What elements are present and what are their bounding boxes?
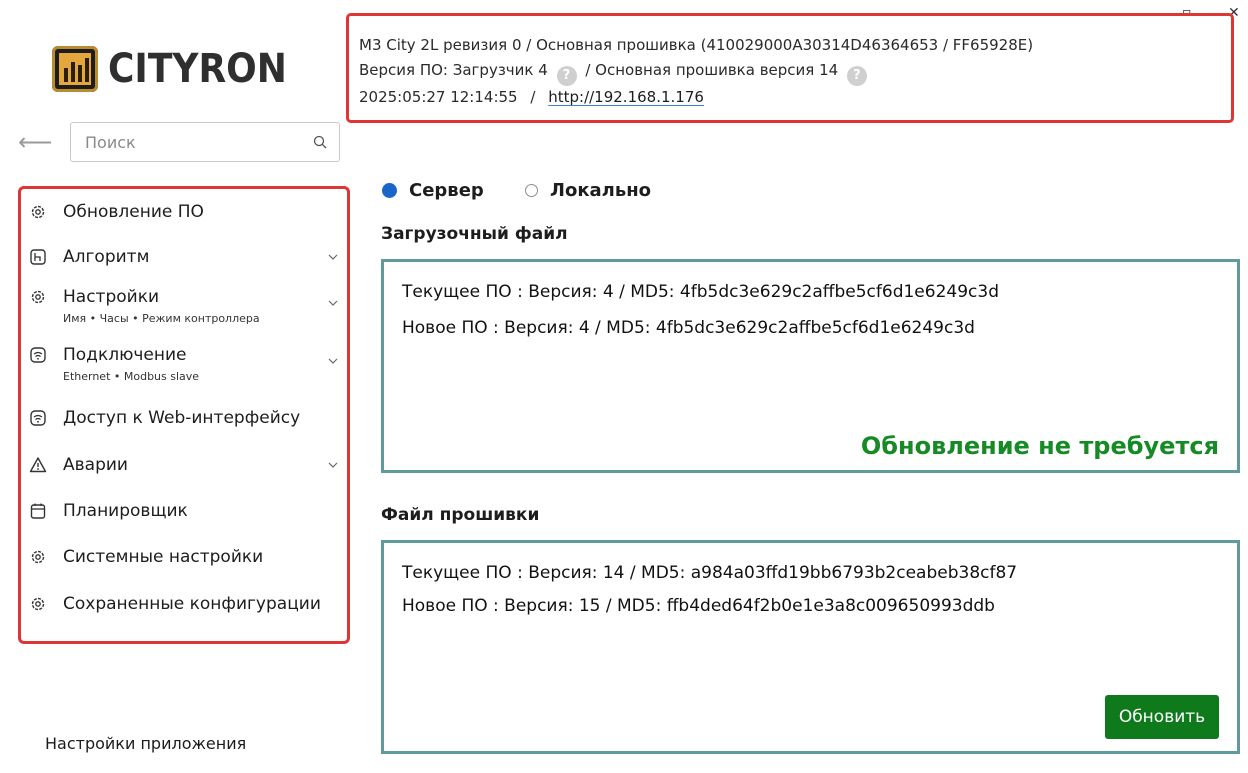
- firmware-new: Новое ПО : Версия: 15 / MD5: ffb4ded64f2…: [402, 596, 995, 616]
- device-info-panel: M3 City 2L ревизия 0 / Основная прошивка…: [346, 13, 1234, 123]
- sidebar-item-label: Сохраненные конфигурации: [63, 594, 321, 614]
- bootloader-panel: Текущее ПО : Версия: 4 / MD5: 4fb5dc3e62…: [381, 259, 1240, 473]
- source-local-label: Локально: [550, 180, 652, 201]
- sidebar-item-sublabel: Имя • Часы • Режим контроллера: [63, 312, 260, 325]
- separator: /: [530, 88, 536, 106]
- sidebar-item-label: Алгоритм: [63, 247, 150, 267]
- algorithm-icon: [30, 249, 46, 265]
- search-icon[interactable]: [313, 135, 327, 149]
- bootloader-title: Загрузочный файл: [381, 224, 568, 244]
- gear-icon: [31, 290, 45, 304]
- bootloader-new: Новое ПО : Версия: 4 / MD5: 4fb5dc3e629c…: [402, 318, 975, 338]
- radio-selected-icon: [382, 183, 397, 198]
- sidebar-item-label: Настройки: [63, 287, 160, 307]
- device-info: M3 City 2L ревизия 0 / Основная прошивка…: [359, 36, 1034, 54]
- bootloader-version: Версия ПО: Загрузчик 4: [359, 61, 548, 79]
- logo-chip-icon: [52, 46, 98, 92]
- wifi-icon: [30, 347, 46, 363]
- sidebar-item-label: Планировщик: [63, 501, 188, 521]
- firmware-title: Файл прошивки: [381, 505, 540, 525]
- sidebar-item-label: Доступ к Web-интерфейсу: [63, 408, 301, 428]
- gear-icon: [31, 597, 45, 611]
- chevron-down-icon[interactable]: [327, 298, 339, 308]
- update-button[interactable]: Обновить: [1105, 695, 1219, 739]
- sidebar-item-label: Системные настройки: [63, 547, 264, 567]
- gear-icon: [31, 550, 45, 564]
- chevron-down-icon[interactable]: [327, 356, 339, 366]
- firmware-current: Текущее ПО : Версия: 14 / MD5: a984a03ff…: [402, 563, 1018, 583]
- source-server-label: Сервер: [409, 180, 484, 201]
- gear-icon: [31, 205, 45, 219]
- help-icon[interactable]: ?: [556, 66, 577, 86]
- update-status: Обновление не требуется: [860, 432, 1219, 460]
- sidebar-item-sublabel: Ethernet • Modbus slave: [63, 370, 200, 383]
- back-arrow-icon[interactable]: ⟵: [18, 130, 52, 154]
- source-local-radio[interactable]: Локально: [525, 180, 651, 201]
- radio-unselected-icon: [525, 184, 538, 197]
- source-server-radio[interactable]: Сервер: [382, 180, 484, 201]
- device-datetime: 2025:05:27 12:14:55: [359, 88, 518, 106]
- sidebar-item-label: Обновление ПО: [63, 202, 204, 222]
- search-input[interactable]: [83, 123, 297, 161]
- chevron-down-icon[interactable]: [327, 252, 339, 262]
- main-firmware-version: / Основная прошивка версия 14: [585, 61, 839, 79]
- wifi-icon: [30, 410, 46, 426]
- firmware-version-line: Версия ПО: Загрузчик 4 ? / Основная прош…: [359, 61, 871, 86]
- chevron-down-icon[interactable]: [327, 460, 339, 470]
- calendar-icon: [30, 503, 46, 519]
- sidebar-item-label: Аварии: [63, 455, 128, 475]
- warning-icon: [29, 457, 47, 473]
- app-settings-link[interactable]: Настройки приложения: [45, 734, 246, 753]
- device-url-link[interactable]: http://192.168.1.176: [548, 88, 704, 106]
- help-icon[interactable]: ?: [846, 66, 867, 86]
- datetime-url-line: 2025:05:27 12:14:55 / http://192.168.1.1…: [359, 88, 704, 106]
- sidebar-nav: Обновление ПО Алгоритм Настройки Имя • Ч…: [18, 186, 350, 644]
- logo-text: CITYRON: [108, 46, 287, 92]
- firmware-panel: Текущее ПО : Версия: 14 / MD5: a984a03ff…: [381, 540, 1240, 754]
- app-logo: CITYRON: [52, 42, 312, 96]
- search-box: [70, 122, 340, 162]
- sidebar-item-label: Подключение: [63, 345, 187, 365]
- bootloader-current: Текущее ПО : Версия: 4 / MD5: 4fb5dc3e62…: [402, 282, 999, 302]
